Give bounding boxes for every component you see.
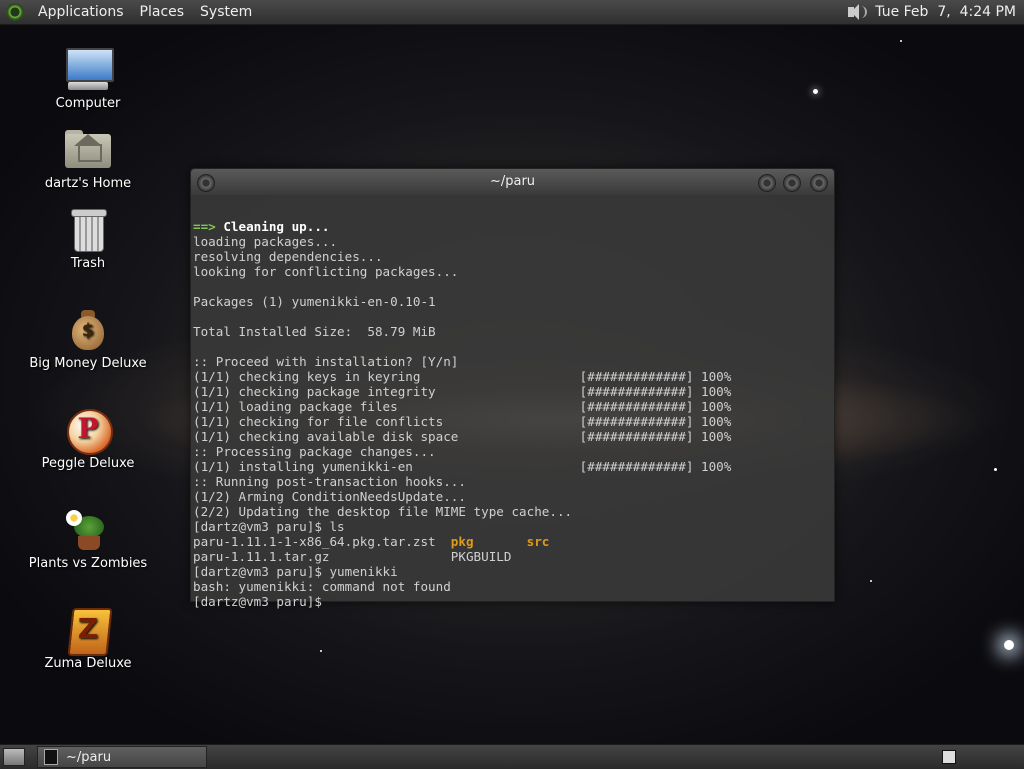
terminal-line: (1/1) checking available disk space [###… <box>193 429 732 444</box>
terminal-line: :: Processing package changes... <box>193 444 436 459</box>
trash-icon <box>64 206 112 254</box>
terminal-window[interactable]: ~/paru ==> Cleaning up... loading package… <box>190 168 835 609</box>
dir-entry-src: src <box>526 534 550 549</box>
terminal-line: looking for conflicting packages... <box>193 264 459 279</box>
terminal-line: (1/2) Arming ConditionNeedsUpdate... <box>193 489 466 504</box>
desktop-icon-zuma[interactable]: Z Zuma Deluxe <box>28 606 148 671</box>
terminal-line: (1/1) checking keys in keyring [########… <box>193 369 732 384</box>
computer-icon <box>64 46 114 94</box>
workspace-switcher[interactable] <box>942 750 956 764</box>
terminal-line: (1/1) checking package integrity [######… <box>193 384 732 399</box>
terminal-icon <box>44 749 58 765</box>
minimize-button[interactable] <box>758 174 776 192</box>
top-panel: Applications Places System Tue Feb 7, 4:… <box>0 0 1024 25</box>
terminal-line: (1/1) installing yumenikki-en [#########… <box>193 459 732 474</box>
desktop-icon-computer[interactable]: Computer <box>28 46 148 111</box>
desktop-icon-peggle[interactable]: P Peggle Deluxe <box>28 406 148 471</box>
star <box>994 468 997 471</box>
desktop-icon-label: Peggle Deluxe <box>41 456 135 471</box>
terminal-output[interactable]: ==> Cleaning up... loading packages... res… <box>191 195 834 639</box>
close-button[interactable] <box>810 174 828 192</box>
menu-applications[interactable]: Applications <box>30 4 132 20</box>
terminal-arrow: ==> <box>193 219 216 234</box>
desktop-icon-pvz[interactable]: Plants vs Zombies <box>28 506 148 571</box>
star <box>813 89 818 94</box>
desktop-icon-label: Zuma Deluxe <box>44 656 132 671</box>
star <box>320 650 322 652</box>
clock[interactable]: Tue Feb 7, 4:24 PM <box>875 4 1016 20</box>
terminal-line: resolving dependencies... <box>193 249 383 264</box>
dir-entry-pkg: pkg <box>450 534 474 549</box>
desktop-icon-trash[interactable]: Trash <box>28 206 148 271</box>
show-desktop-icon[interactable] <box>3 748 25 766</box>
terminal-line: [dartz@vm3 paru]$ yumenikki <box>193 564 398 579</box>
window-menu-button[interactable] <box>197 174 215 192</box>
star <box>870 580 872 582</box>
plants-vs-zombies-icon <box>64 506 112 554</box>
terminal-line: (2/2) Updating the desktop file MIME typ… <box>193 504 573 519</box>
peggle-icon: P <box>64 406 113 455</box>
taskbar-button-terminal[interactable]: ~/paru <box>37 746 207 768</box>
terminal-line: bash: yumenikki: command not found <box>193 579 451 594</box>
window-title: ~/paru <box>489 174 536 189</box>
desktop-icon-label: dartz's Home <box>44 176 132 191</box>
terminal-line: ==> Cleaning up... <box>193 219 834 234</box>
terminal-line: Total Installed Size: 58.79 MiB <box>193 324 436 339</box>
menu-system[interactable]: System <box>192 4 260 20</box>
terminal-line: :: Proceed with installation? [Y/n] <box>193 354 459 369</box>
terminal-heading: Cleaning up... <box>215 219 330 234</box>
maximize-button[interactable] <box>783 174 801 192</box>
terminal-line: [dartz@vm3 paru]$ ls <box>193 519 345 534</box>
zuma-icon: Z <box>64 606 113 656</box>
desktop-icon-label: Computer <box>55 96 121 111</box>
star <box>1004 640 1014 650</box>
taskbar-button-label: ~/paru <box>66 749 112 765</box>
panel-tray: Tue Feb 7, 4:24 PM <box>845 3 1024 21</box>
terminal-line: loading packages... <box>193 234 338 249</box>
desktop-icon-big-money[interactable]: $ Big Money Deluxe <box>28 306 148 371</box>
menu-places[interactable]: Places <box>132 4 193 20</box>
desktop-icon-home[interactable]: dartz's Home <box>28 126 148 191</box>
terminal-line: (1/1) checking for file conflicts [#####… <box>193 414 732 429</box>
desktop-icon-label: Trash <box>70 256 106 271</box>
terminal-line: (1/1) loading package files [###########… <box>193 399 732 414</box>
money-bag-icon: $ <box>64 306 112 354</box>
bottom-panel: ~/paru <box>0 744 1024 769</box>
volume-icon[interactable] <box>845 3 868 21</box>
terminal-prompt[interactable]: [dartz@vm3 paru]$ <box>193 594 834 609</box>
star <box>900 40 902 42</box>
file-entry: paru-1.11.1-1-x86_64.pkg.tar.zst <box>193 534 451 549</box>
home-folder-icon <box>64 126 112 174</box>
desktop-icon-label: Big Money Deluxe <box>29 356 147 371</box>
terminal-line: :: Running post-transaction hooks... <box>193 474 466 489</box>
terminal-line: Packages (1) yumenikki-en-0.10-1 <box>193 294 436 309</box>
terminal-line: paru-1.11.1.tar.gz PKGBUILD <box>193 549 512 564</box>
terminal-line: paru-1.11.1-1-x86_64.pkg.tar.zst pkg src <box>193 534 834 549</box>
distro-logo-icon[interactable] <box>6 3 24 21</box>
window-titlebar[interactable]: ~/paru <box>191 169 834 195</box>
desktop-icon-label: Plants vs Zombies <box>28 556 148 571</box>
